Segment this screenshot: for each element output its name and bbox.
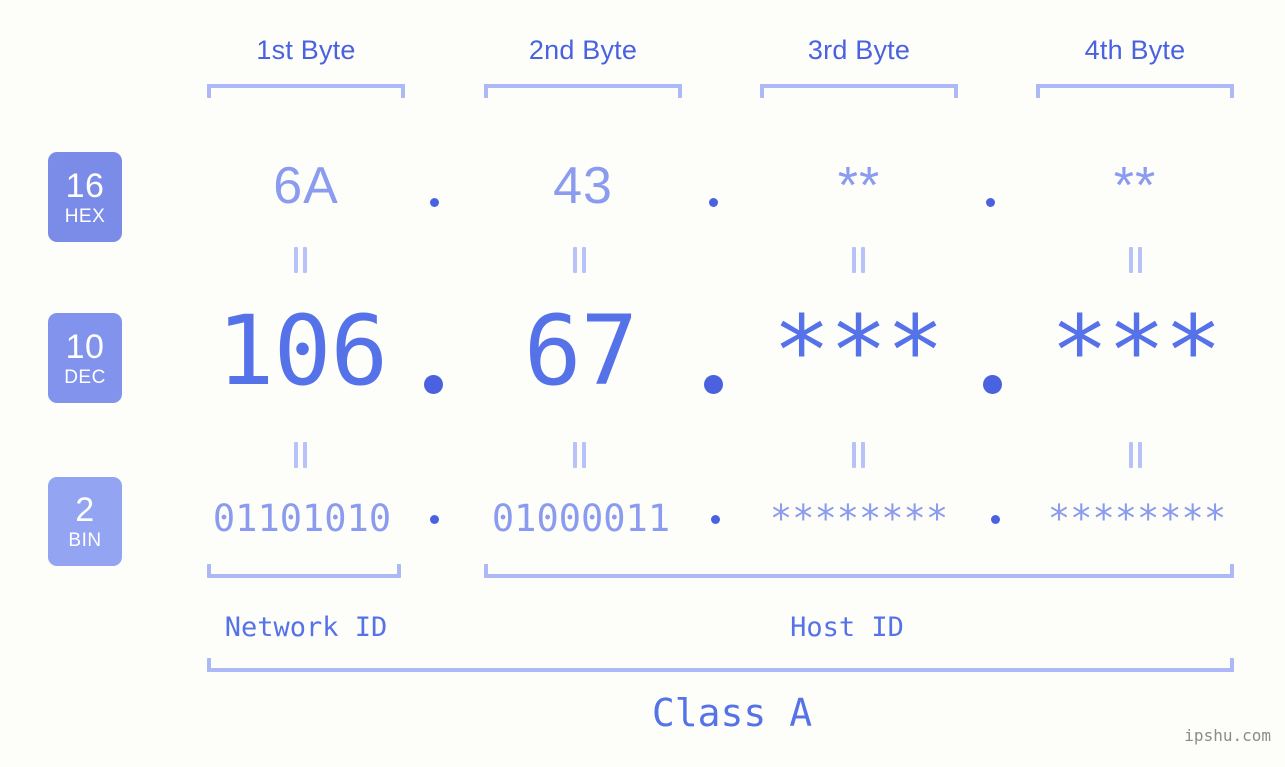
byte-bracket-1 — [207, 84, 405, 98]
equals-icon-hex-dec-4 — [1128, 247, 1144, 273]
equals-icon-dec-bin-3 — [851, 442, 867, 468]
dec-byte-1-value: 106 — [216, 295, 388, 407]
network-id-bracket — [207, 564, 401, 578]
network-id-label: Network ID — [224, 612, 388, 643]
bin-separator-dot-3 — [991, 515, 1000, 524]
dec-separator-dot-1 — [424, 375, 443, 394]
byte-header-label-4: 4th Byte — [1084, 35, 1186, 65]
host-id-bracket — [484, 564, 1234, 578]
dec-byte-2-value: 67 — [523, 295, 639, 407]
equals-icon-dec-bin-2 — [572, 442, 588, 468]
byte-header-label-1: 1st Byte — [256, 35, 356, 65]
base-badge-bin: 2 BIN — [48, 477, 122, 566]
base-badge-dec-name: DEC — [64, 366, 106, 388]
class-label: Class A — [651, 691, 813, 735]
ip-address-breakdown-diagram: 1st Byte 2nd Byte 3rd Byte 4th Byte 16 H… — [0, 0, 1285, 767]
hex-byte-4-value: ** — [1113, 157, 1157, 215]
equals-icon-dec-bin-4 — [1128, 442, 1144, 468]
dec-separator-dot-2 — [704, 375, 723, 394]
bin-byte-1-value: 01101010 — [212, 497, 392, 540]
bin-separator-dot-1 — [430, 515, 439, 524]
base-badge-hex-number: 16 — [65, 166, 105, 205]
hex-byte-3-value: ** — [837, 157, 881, 215]
dec-separator-dot-3 — [983, 375, 1002, 394]
byte-bracket-3 — [760, 84, 958, 98]
base-badge-bin-number: 2 — [75, 491, 95, 529]
base-badge-hex: 16 HEX — [48, 152, 122, 242]
equals-icon-hex-dec-1 — [293, 247, 309, 273]
host-id-label: Host ID — [790, 612, 904, 643]
hex-separator-dot-2 — [709, 198, 718, 207]
bin-byte-3-value: ******** — [769, 497, 949, 540]
equals-icon-hex-dec-2 — [572, 247, 588, 273]
dec-byte-4-value: *** — [1050, 295, 1222, 407]
base-badge-dec-number: 10 — [65, 327, 105, 366]
dec-byte-3-value: *** — [772, 295, 944, 407]
equals-icon-dec-bin-1 — [293, 442, 309, 468]
hex-separator-dot-1 — [430, 198, 439, 207]
bin-separator-dot-2 — [711, 515, 720, 524]
byte-bracket-2 — [484, 84, 682, 98]
site-watermark: ipshu.com — [1184, 726, 1271, 745]
byte-header-label-2: 2nd Byte — [528, 35, 638, 65]
equals-icon-hex-dec-3 — [851, 247, 867, 273]
class-bracket — [207, 658, 1234, 672]
hex-separator-dot-3 — [986, 198, 995, 207]
base-badge-dec: 10 DEC — [48, 313, 122, 403]
byte-bracket-4 — [1036, 84, 1234, 98]
byte-header-label-3: 3rd Byte — [807, 35, 911, 65]
bin-byte-2-value: 01000011 — [491, 497, 671, 540]
base-badge-hex-name: HEX — [64, 205, 106, 227]
base-badge-bin-name: BIN — [68, 530, 102, 551]
hex-byte-2-value: 43 — [553, 157, 613, 215]
hex-byte-1-value: 6A — [273, 157, 339, 215]
bin-byte-4-value: ******** — [1047, 497, 1227, 540]
